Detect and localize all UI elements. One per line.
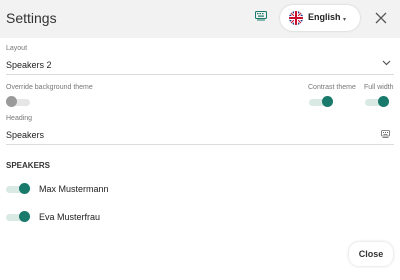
toggle-knob: [19, 211, 30, 222]
toggle-knob: [378, 96, 389, 107]
divider: [6, 74, 394, 75]
language-selector[interactable]: English ▾: [280, 5, 360, 31]
full-width-label: Full width: [364, 84, 394, 91]
speakers-section-title: SPEAKERS: [6, 161, 51, 170]
speaker-toggle-max[interactable]: [6, 183, 30, 194]
contrast-theme-label: Contrast theme: [308, 84, 356, 91]
full-width-toggle[interactable]: [365, 96, 389, 107]
toggle-knob: [19, 183, 30, 194]
keyboard-icon[interactable]: [381, 130, 390, 138]
close-button[interactable]: Close: [349, 242, 393, 266]
layout-label: Layout: [6, 45, 28, 52]
heading-label: Heading: [6, 115, 33, 122]
keyboard-icon[interactable]: [255, 11, 267, 21]
chevron-down-icon: ▾: [343, 17, 347, 23]
language-label: English: [308, 12, 341, 22]
speaker-name: Max Mustermann: [39, 184, 109, 194]
chevron-down-icon[interactable]: [382, 60, 391, 66]
toggle-knob: [322, 96, 333, 107]
override-background-label: Override background theme: [6, 84, 93, 91]
divider: [6, 144, 394, 145]
speaker-name: Eva Musterfrau: [39, 212, 101, 222]
uk-flag-icon: [289, 11, 303, 25]
dialog-title: Settings: [6, 10, 57, 26]
override-background-toggle[interactable]: [6, 96, 30, 107]
dialog-header: Settings English ▾: [0, 0, 400, 38]
speaker-toggle-eva[interactable]: [6, 211, 30, 222]
heading-input[interactable]: Speakers: [6, 130, 44, 140]
toggle-knob: [6, 96, 17, 107]
close-icon[interactable]: [374, 11, 388, 25]
layout-select[interactable]: Speakers 2: [6, 60, 52, 70]
contrast-theme-toggle[interactable]: [309, 96, 333, 107]
